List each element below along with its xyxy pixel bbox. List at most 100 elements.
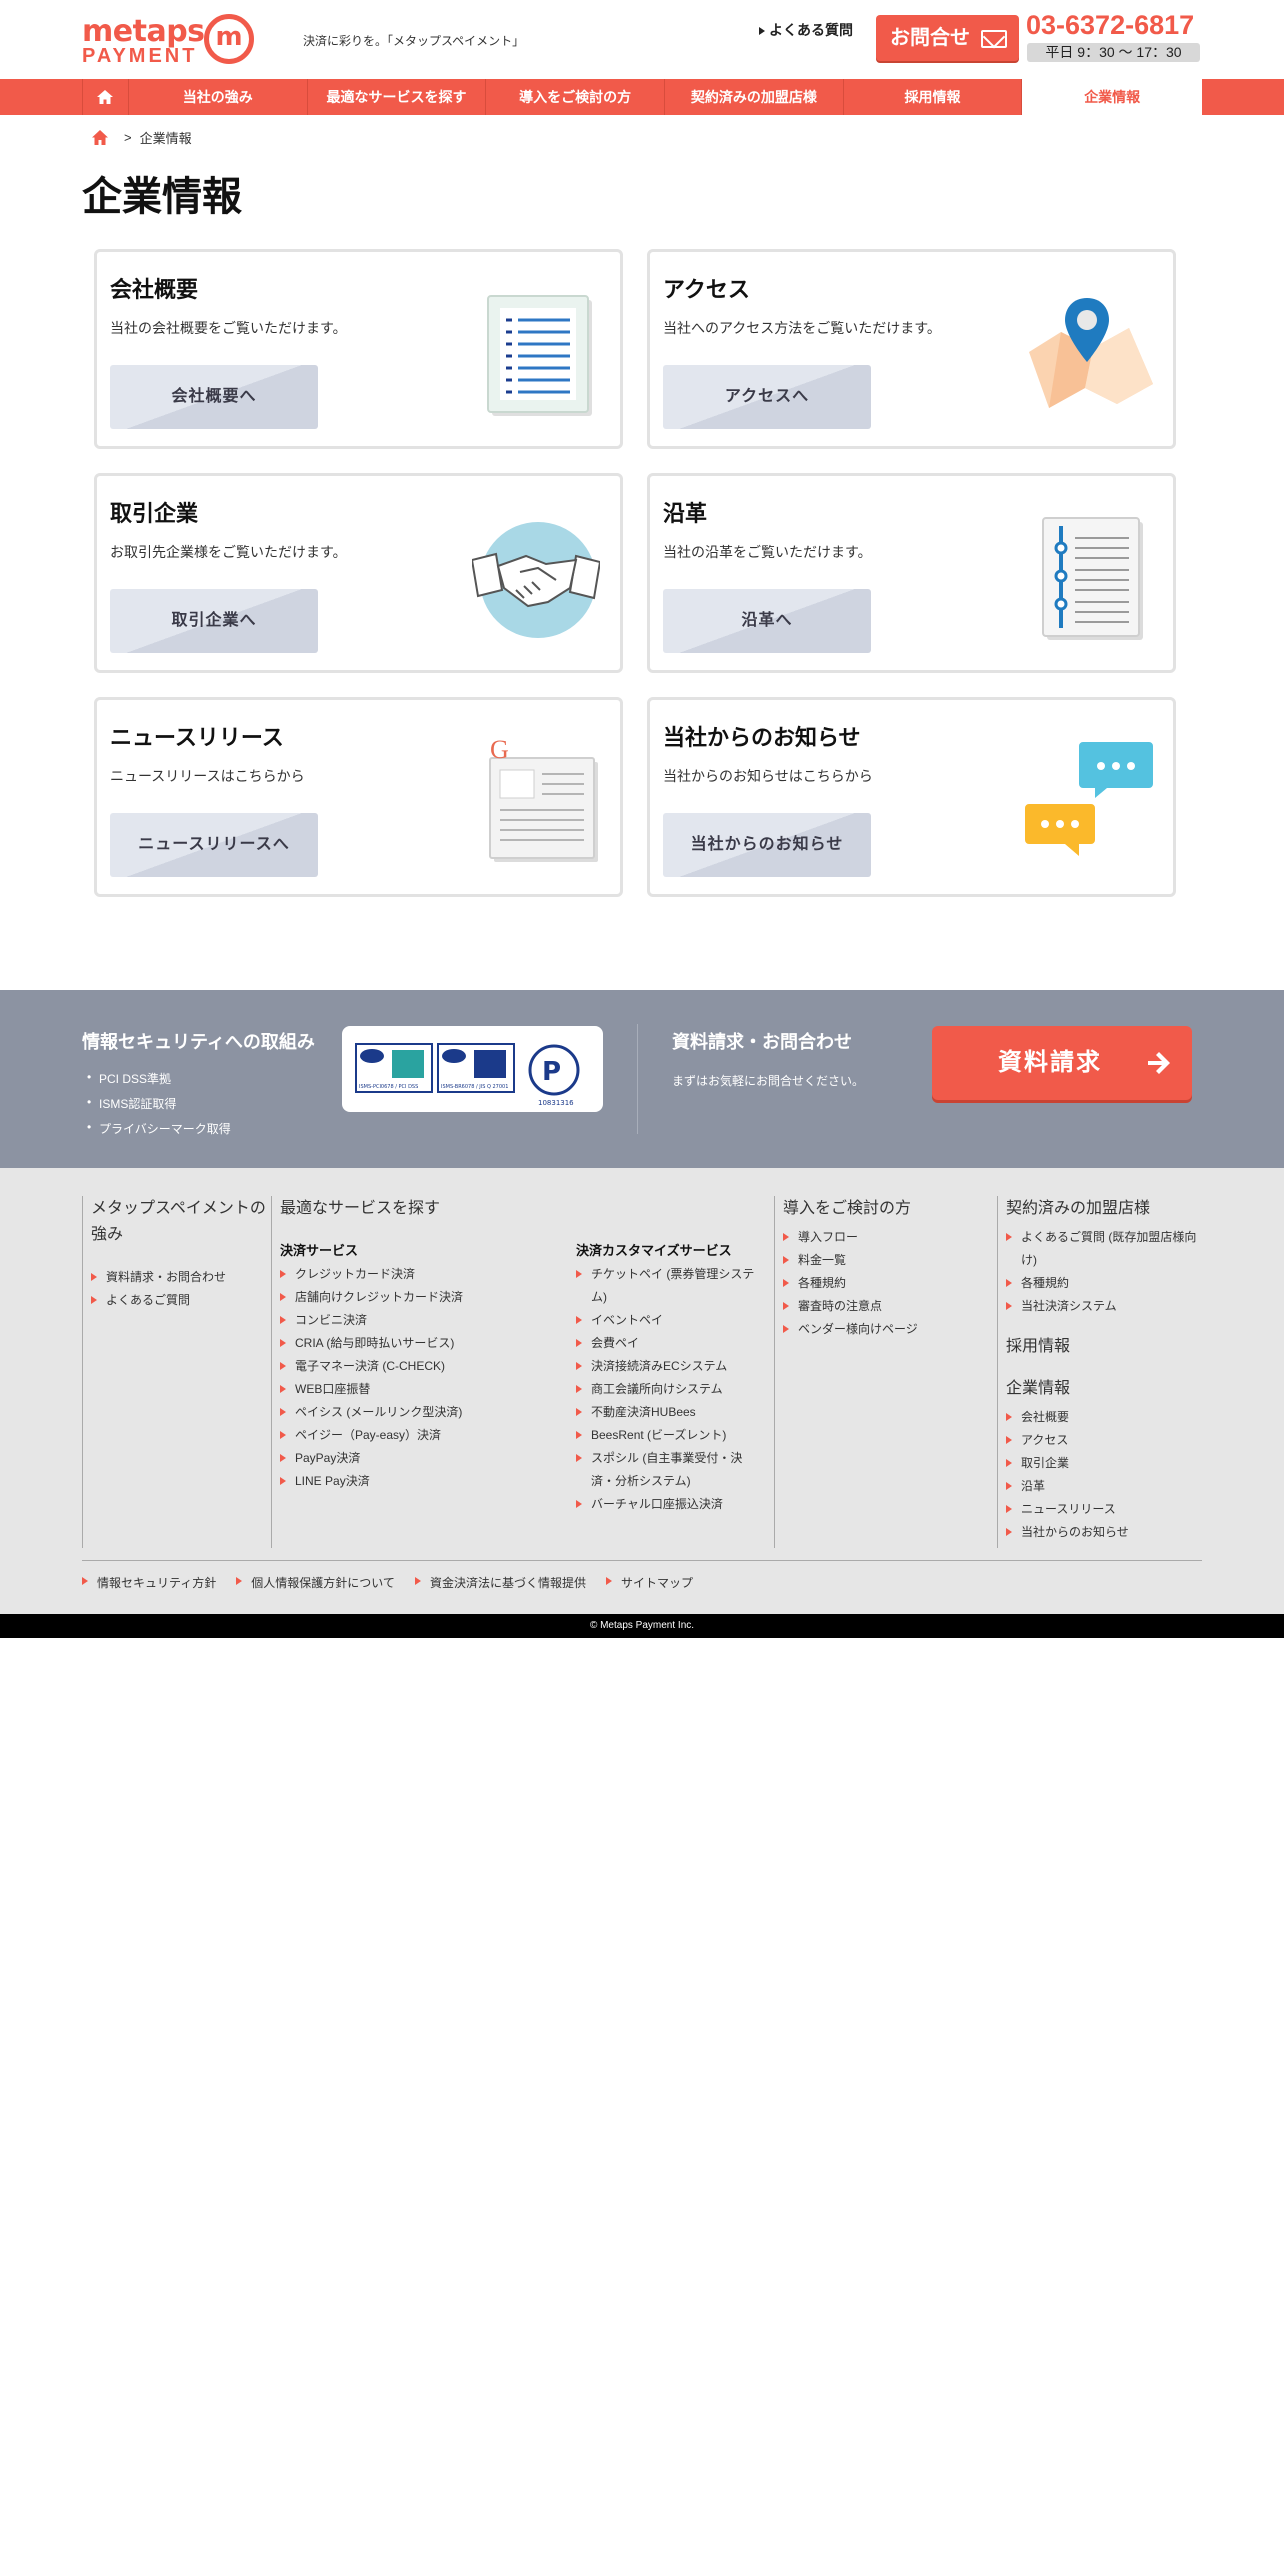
card-title: 取引企業 <box>110 501 199 526</box>
cert-label: 10831316 <box>538 1099 574 1107</box>
footer-link[interactable]: 商工会議所向けシステム <box>576 1378 766 1401</box>
card-desc: 当社からのお知らせはこちらから <box>663 768 873 784</box>
footer-heading[interactable]: 採用情報 <box>1006 1334 1202 1360</box>
footer-link[interactable]: ペイシス (メールリンク型決済) <box>280 1401 560 1424</box>
notices-button[interactable]: 当社からのお知らせ <box>663 813 871 877</box>
map-pin-icon <box>1029 298 1153 408</box>
main-nav: 当社の強み 最適なサービスを探す 導入をご検討の方 契約済みの加盟店様 採用情報… <box>0 79 1284 115</box>
footer-link[interactable]: ニュースリリース <box>1006 1498 1202 1521</box>
footer-link[interactable]: バーチャル口座振込決済 <box>576 1493 766 1516</box>
nav-considering[interactable]: 導入をご検討の方 <box>485 79 664 115</box>
footer-link[interactable]: 取引企業 <box>1006 1452 1202 1475</box>
footer-link[interactable]: LINE Pay決済 <box>280 1470 560 1493</box>
copyright: © Metaps Payment Inc. <box>0 1614 1284 1638</box>
security-request-band: 情報セキュリティへの取組み PCI DSS準拠 ISMS認証取得 プライバシーマ… <box>0 990 1284 1168</box>
request-button-label: 資料請求 <box>998 1049 1102 1076</box>
footer-link[interactable]: 不動産決済HUBees <box>576 1401 766 1424</box>
card-news: ニュースリリース ニュースリリースはこちらから ニュースリリースへ G <box>94 697 623 897</box>
security-item: プライバシーマーク取得 <box>87 1120 231 1137</box>
policy-link[interactable]: 資金決済法に基づく情報提供 <box>414 1574 586 1591</box>
tagline: 決済に彩りを。「メタップスペイメント」 <box>303 34 525 48</box>
svg-text:G: G <box>490 740 509 764</box>
footer-link[interactable]: 当社からのお知らせ <box>1006 1521 1202 1544</box>
footer-link[interactable]: ベンダー様向けページ <box>783 1318 997 1341</box>
footer-link[interactable]: 料金一覧 <box>783 1249 997 1272</box>
document-icon <box>487 295 592 416</box>
company-overview-button[interactable]: 会社概要へ <box>110 365 318 429</box>
footer-link[interactable]: よくあるご質問 (既存加盟店様向け) <box>1006 1226 1202 1272</box>
triangle-right-icon <box>759 27 765 36</box>
footer-link[interactable]: 会社概要 <box>1006 1406 1202 1429</box>
footer-link[interactable]: 各種規約 <box>783 1272 997 1295</box>
card-title: ニュースリリース <box>110 725 284 750</box>
access-button[interactable]: アクセスへ <box>663 365 871 429</box>
footer-link[interactable]: 当社決済システム <box>1006 1295 1202 1318</box>
footer-col-strengths: メタップスペイメントの強み 資料請求・お問合わせ よくあるご質問 <box>82 1196 271 1548</box>
footer-col-considering: 導入をご検討の方 導入フロー 料金一覧 各種規約 審査時の注意点 ベンダー様向け… <box>774 1196 997 1548</box>
footer-link[interactable]: BeesRent (ビーズレント) <box>576 1424 766 1447</box>
footer-link[interactable]: アクセス <box>1006 1429 1202 1452</box>
footer-link[interactable]: 導入フロー <box>783 1226 997 1249</box>
footer-link[interactable]: 店舗向けクレジットカード決済 <box>280 1286 560 1309</box>
footer-subheading: 決済サービス <box>280 1243 359 1258</box>
footer-link[interactable]: チケットペイ (票券管理システム) <box>576 1263 766 1309</box>
footer-sitemap: メタップスペイメントの強み 資料請求・お問合わせ よくあるご質問 最適なサービス… <box>0 1168 1284 1614</box>
history-button[interactable]: 沿革へ <box>663 589 871 653</box>
footer-heading[interactable]: 最適なサービスを探す <box>280 1196 774 1222</box>
faq-link[interactable]: よくある質問 <box>759 20 853 40</box>
request-documents-button[interactable]: 資料請求 <box>932 1026 1192 1100</box>
certification-badges: ISMS-PCI0678 / PCI DSS ISMS-BR6078 / JIS… <box>355 1043 580 1107</box>
footer-heading[interactable]: 導入をご検討の方 <box>783 1196 997 1222</box>
footer-col-merchants: 契約済みの加盟店様 よくあるご質問 (既存加盟店様向け) 各種規約 当社決済シス… <box>997 1196 1202 1548</box>
policy-link[interactable]: 個人情報保護方針について <box>236 1574 395 1591</box>
contact-label: お問合せ <box>890 27 970 49</box>
page-title: 企業情報 <box>82 175 242 219</box>
footer-policy-links: 情報セキュリティ方針 個人情報保護方針について 資金決済法に基づく情報提供 サイ… <box>82 1574 713 1591</box>
phone-number: 03-6372-6817 <box>1026 10 1195 40</box>
footer-link[interactable]: 決済接続済みECシステム <box>576 1355 766 1378</box>
footer-link[interactable]: 沿革 <box>1006 1475 1202 1498</box>
logo-wordmark-bottom: PAYMENT <box>82 45 198 67</box>
footer-link[interactable]: 審査時の注意点 <box>783 1295 997 1318</box>
nav-home[interactable] <box>82 79 128 115</box>
footer-heading[interactable]: 契約済みの加盟店様 <box>1006 1196 1202 1222</box>
footer-link[interactable]: 電子マネー決済 (C-CHECK) <box>280 1355 560 1378</box>
footer-link[interactable]: PayPay決済 <box>280 1447 560 1470</box>
breadcrumb-separator: > <box>124 130 132 145</box>
nav-merchants[interactable]: 契約済みの加盟店様 <box>663 79 843 115</box>
handshake-icon <box>472 522 600 638</box>
footer-link[interactable]: 会費ペイ <box>576 1332 766 1355</box>
footer-link[interactable]: 資料請求・お問合わせ <box>91 1266 271 1289</box>
policy-link[interactable]: 情報セキュリティ方針 <box>82 1574 216 1591</box>
footer-heading[interactable]: 企業情報 <box>1006 1376 1202 1402</box>
footer-heading[interactable]: メタップスペイメントの強み <box>91 1196 271 1248</box>
footer-link[interactable]: スポシル (自主事業受付・決済・分析システム) <box>576 1447 766 1493</box>
footer-link[interactable]: 各種規約 <box>1006 1272 1202 1295</box>
footer-link[interactable]: WEB口座振替 <box>280 1378 560 1401</box>
band-divider <box>637 1024 638 1134</box>
contact-button[interactable]: お問合せ <box>876 15 1019 61</box>
card-desc: お取引先企業様をご覧いただけます。 <box>110 544 347 560</box>
card-title: 会社概要 <box>110 277 199 302</box>
footer-link[interactable]: CRIA (給与即時払いサービス) <box>280 1332 560 1355</box>
company-logo[interactable]: metaps PAYMENT m <box>82 14 254 67</box>
nav-recruit[interactable]: 採用情報 <box>842 79 1022 115</box>
partners-button[interactable]: 取引企業へ <box>110 589 318 653</box>
footer-link[interactable]: イベントペイ <box>576 1309 766 1332</box>
nav-strengths[interactable]: 当社の強み <box>127 79 307 115</box>
card-access: アクセス 当社へのアクセス方法をご覧いただけます。 アクセスへ <box>647 249 1176 449</box>
cert-label: ISMS-PCI0678 / PCI DSS <box>359 1084 418 1090</box>
footer-col-services: 最適なサービスを探す 決済サービス クレジットカード決済 店舗向けクレジットカー… <box>271 1196 774 1548</box>
policy-link[interactable]: サイトマップ <box>605 1574 693 1591</box>
nav-find-service[interactable]: 最適なサービスを探す <box>306 79 486 115</box>
footer-link[interactable]: よくあるご質問 <box>91 1289 271 1312</box>
card-desc: 当社へのアクセス方法をご覧いただけます。 <box>663 320 941 336</box>
card-partners: 取引企業 お取引先企業様をご覧いただけます。 取引企業へ <box>94 473 623 673</box>
home-icon[interactable] <box>92 130 108 145</box>
security-item: ISMS認証取得 <box>87 1095 231 1112</box>
nav-company[interactable]: 企業情報 <box>1021 79 1203 115</box>
footer-link[interactable]: ペイジー（Pay-easy）決済 <box>280 1424 560 1447</box>
news-button[interactable]: ニュースリリースへ <box>110 813 318 877</box>
footer-link[interactable]: コンビニ決済 <box>280 1309 560 1332</box>
footer-link[interactable]: クレジットカード決済 <box>280 1263 560 1286</box>
